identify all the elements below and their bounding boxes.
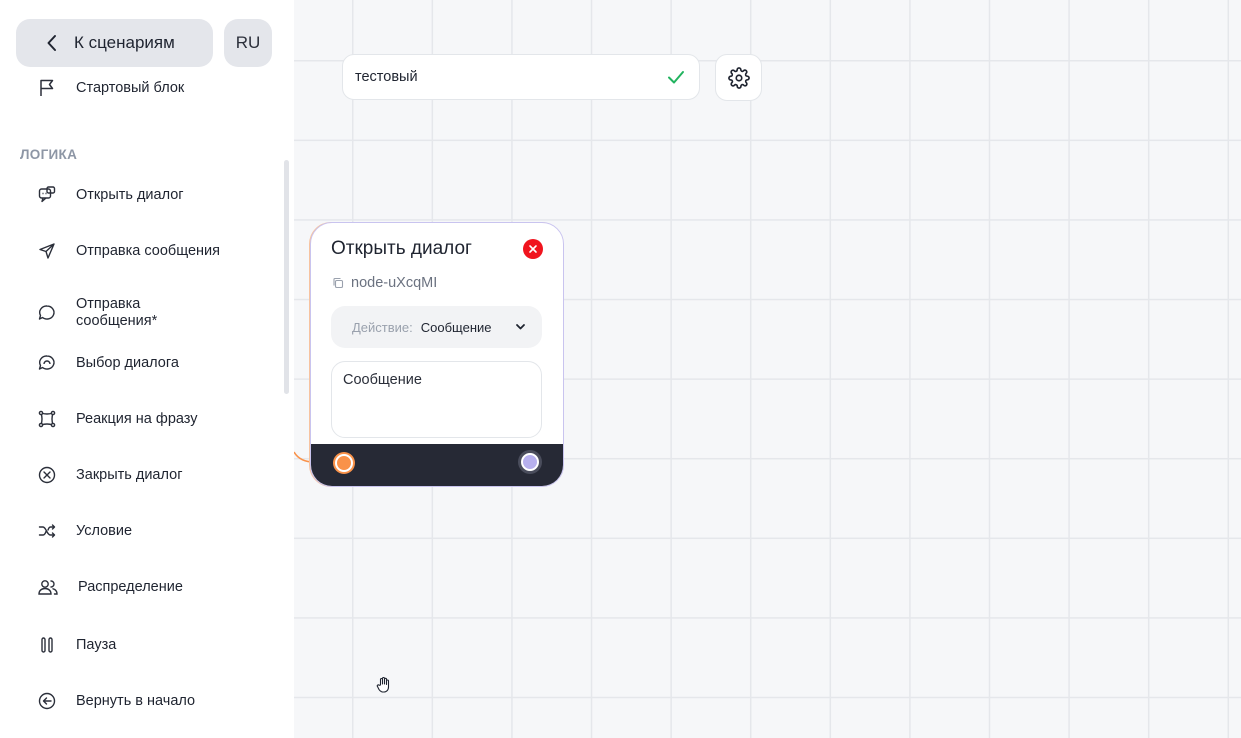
flow-canvas[interactable]: Открыть диалог node-uXcqMI Действие: Соо…: [294, 0, 1241, 738]
open-dialog-node[interactable]: Открыть диалог node-uXcqMI Действие: Соо…: [310, 222, 564, 487]
send-icon: [36, 240, 58, 262]
dialog-select-icon: [36, 352, 58, 374]
sidebar-item-send-message[interactable]: Отправка сообщения: [36, 240, 220, 262]
sidebar-item-return-start[interactable]: Вернуть в начало: [36, 690, 195, 712]
sidebar: К сценариям RU Стартовый блок ЛОГИКА Отк…: [0, 0, 294, 738]
sidebar-item-phrase-reaction[interactable]: Реакция на фразу: [36, 408, 198, 430]
sidebar-item-dialog-select[interactable]: Выбор диалога: [36, 352, 179, 374]
section-title-logic: ЛОГИКА: [20, 147, 78, 162]
action-value: Сообщение: [420, 319, 492, 335]
sidebar-item-label: Условие: [76, 522, 133, 539]
sidebar-item-condition[interactable]: Условие: [36, 520, 132, 542]
output-handle[interactable]: [521, 453, 539, 471]
sidebar-item-send-message-star[interactable]: Отправка сообщения*: [36, 296, 186, 330]
input-handle[interactable]: [335, 454, 353, 472]
node-id[interactable]: node-uXcqMI: [332, 275, 437, 291]
close-icon: [528, 244, 538, 254]
scenario-name-field[interactable]: [342, 54, 700, 100]
sidebar-item-label: Стартовый блок: [76, 79, 185, 96]
sidebar-item-label: Пауза: [76, 636, 117, 653]
sidebar-item-start-block[interactable]: Стартовый блок: [36, 77, 184, 99]
flag-icon: [36, 77, 58, 99]
app-root: Открыть диалог node-uXcqMI Действие: Соо…: [0, 0, 1241, 738]
node-footer: [311, 444, 563, 486]
shuffle-icon: [36, 520, 58, 542]
node-id-label: node-uXcqMI: [351, 275, 438, 291]
message-bubble-icon: [36, 302, 58, 324]
sidebar-item-close-dialog[interactable]: Закрыть диалог: [36, 464, 182, 486]
gear-icon: [727, 66, 750, 89]
sidebar-item-label: Вернуть в начало: [76, 692, 196, 709]
settings-button[interactable]: [715, 54, 762, 101]
hand-cursor-icon: [374, 675, 394, 695]
sidebar-item-open-dialog[interactable]: Открыть диалог: [36, 184, 184, 206]
pause-icon: [36, 634, 58, 656]
node-title: Открыть диалог: [331, 238, 472, 259]
sidebar-item-distribution[interactable]: Распределение: [36, 576, 183, 598]
sidebar-item-pause[interactable]: Пауза: [36, 634, 116, 656]
open-dialog-icon: [36, 184, 58, 206]
sidebar-item-label: Закрыть диалог: [76, 466, 183, 483]
sidebar-scrollbar[interactable]: [284, 160, 289, 394]
users-icon: [36, 576, 60, 598]
sidebar-item-label: Открыть диалог: [76, 186, 184, 203]
back-label: К сценариям: [74, 33, 175, 52]
chevron-left-icon: [46, 34, 58, 52]
sidebar-item-label: Отправка сообщения*: [76, 296, 158, 329]
back-to-scenarios-button[interactable]: К сценариям: [16, 19, 213, 67]
language-button[interactable]: RU: [224, 19, 272, 67]
action-label: Действие:: [352, 319, 413, 335]
sidebar-item-label: Выбор диалога: [76, 354, 179, 371]
sidebar-item-label: Отправка сообщения: [76, 242, 220, 259]
copy-icon[interactable]: [332, 277, 344, 289]
node-delete-button[interactable]: [523, 239, 543, 259]
action-select[interactable]: Действие: Сообщение: [331, 306, 542, 348]
chevron-down-icon: [515, 321, 526, 332]
reaction-icon: [36, 408, 58, 430]
scenario-name-input[interactable]: [355, 69, 665, 85]
return-icon: [36, 690, 58, 712]
check-icon[interactable]: [665, 66, 687, 88]
message-textarea[interactable]: Сообщение: [331, 361, 542, 438]
sidebar-item-label: Реакция на фразу: [76, 410, 198, 427]
sidebar-item-label: Распределение: [78, 578, 183, 595]
close-circle-icon: [36, 464, 58, 486]
